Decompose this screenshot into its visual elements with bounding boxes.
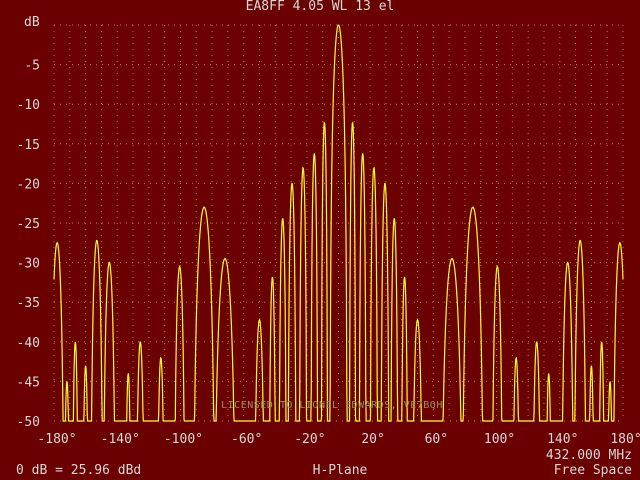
x-tick-label: 20° xyxy=(361,432,384,447)
x-tick-label: 180° xyxy=(610,432,640,447)
y-tick-label: -45 xyxy=(17,375,40,390)
frequency-readout: 432.000 MHz xyxy=(545,448,632,463)
plot-title: EA8FF 4.05 WL 13 el xyxy=(245,0,395,14)
x-tick-label: 60° xyxy=(425,432,448,447)
y-tick-label: -30 xyxy=(17,257,40,272)
y-tick-label: -50 xyxy=(17,415,40,430)
y-tick-label: -10 xyxy=(17,98,40,113)
y-tick-label: -20 xyxy=(17,177,40,192)
license-watermark: LICENSED TO LIONEL EDWARDS, VE7BQH xyxy=(221,400,443,411)
x-tick-label: -180° xyxy=(37,432,76,447)
axis-labels: -5 -10 -15 -20 -25 -30 -35 -40 -45 -50 -180° -140° -… xyxy=(17,59,640,447)
x-tick-label: -140° xyxy=(101,432,140,447)
plane-label: H-Plane xyxy=(312,463,368,478)
y-tick-label: -40 xyxy=(17,336,40,351)
environment-label: Free Space xyxy=(553,463,632,478)
x-tick-label: 140° xyxy=(547,432,578,447)
y-tick-label: -15 xyxy=(17,138,40,153)
x-tick-label: -100° xyxy=(164,432,203,447)
x-tick-label: 100° xyxy=(484,432,515,447)
y-tick-label: -25 xyxy=(17,217,40,232)
x-tick-label: -60° xyxy=(231,432,262,447)
y-axis-unit: dB xyxy=(24,15,40,30)
y-tick-label: -35 xyxy=(17,296,40,311)
y-tick-label: -5 xyxy=(24,59,40,74)
x-tick-label: -20° xyxy=(294,432,325,447)
